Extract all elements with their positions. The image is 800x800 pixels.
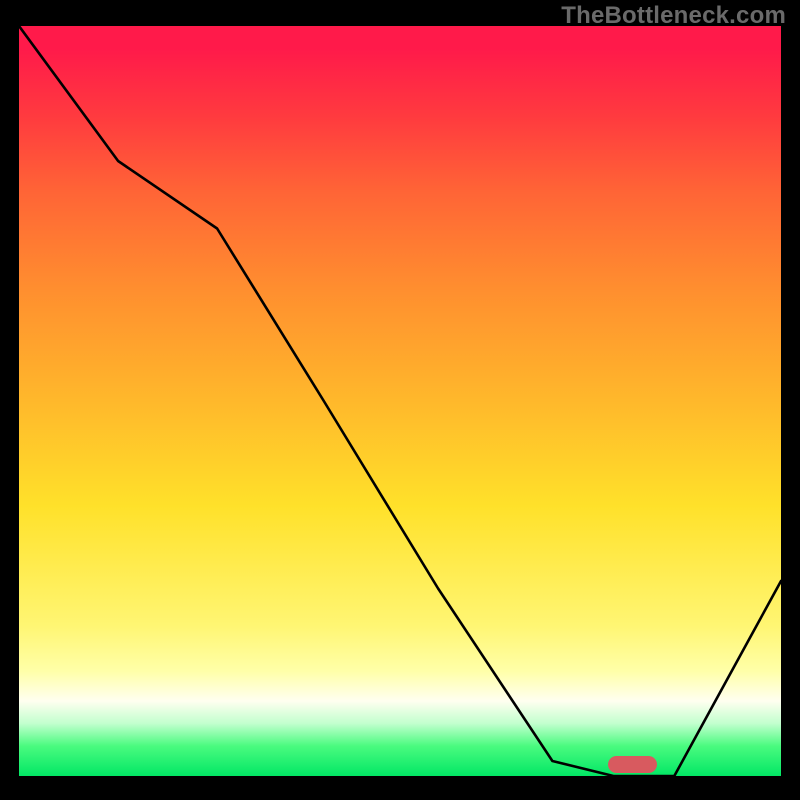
chart-container: TheBottleneck.com <box>0 0 800 800</box>
optimum-marker <box>608 756 657 773</box>
plot-area <box>19 26 781 776</box>
bottleneck-curve <box>19 26 781 776</box>
